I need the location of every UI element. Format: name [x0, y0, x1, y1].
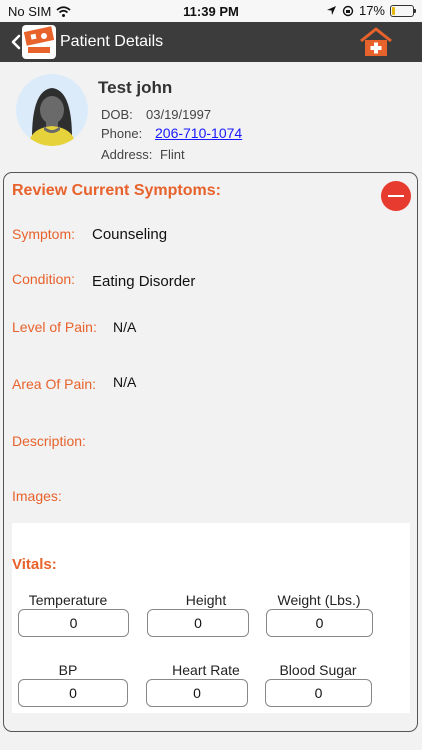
- phone-row: Phone: 206-710-1074: [101, 125, 242, 141]
- minus-icon: [388, 195, 404, 197]
- battery-icon: [390, 4, 416, 17]
- patient-name: Test john: [98, 78, 173, 97]
- app-logo: [22, 25, 56, 59]
- temperature-field[interactable]: 0: [18, 609, 129, 637]
- images-label: Images:: [12, 488, 62, 504]
- condition-label: Condition:: [12, 271, 76, 287]
- vitals-title: Vitals:: [12, 556, 57, 573]
- collapse-button[interactable]: [381, 181, 411, 211]
- battery-fill: [392, 6, 396, 15]
- pain-area-value: N/A: [113, 374, 137, 390]
- address-label: Address:: [101, 147, 153, 162]
- home-button[interactable]: [358, 27, 394, 57]
- symptoms-card: Review Current Symptoms: Symptom: Counse…: [3, 172, 418, 732]
- dob-row: DOB: 03/19/1997: [101, 107, 211, 122]
- chevron-left-icon: [11, 34, 21, 50]
- weight-field[interactable]: 0: [266, 609, 373, 637]
- home-medical-icon: [360, 27, 392, 56]
- address-row: Address: Flint: [101, 147, 185, 162]
- bp-label: BP: [58, 662, 78, 678]
- phone-link[interactable]: 206-710-1074: [155, 125, 242, 141]
- description-label: Description:: [12, 433, 86, 449]
- address-value: Flint: [160, 147, 185, 162]
- pain-level-value: N/A: [113, 319, 137, 335]
- dob-label: DOB:: [101, 107, 133, 122]
- page-title: Patient Details: [60, 33, 164, 50]
- status-right: 17%: [326, 3, 416, 18]
- pain-level-label: Level of Pain:: [12, 319, 97, 335]
- pain-area-label: Area Of Pain:: [12, 376, 97, 392]
- patient-info: Test john DOB: 03/19/1997 Phone: 206-710…: [0, 62, 422, 170]
- status-bar: No SIM 11:39 PM 17%: [0, 0, 422, 22]
- heart-rate-field[interactable]: 0: [146, 679, 248, 707]
- orientation-lock-icon: [342, 5, 354, 16]
- navigation-bar: Patient Details: [0, 22, 422, 62]
- symptom-value: Counseling: [92, 226, 168, 243]
- battery-percent: 17%: [358, 3, 385, 18]
- temperature-label: Temperature: [28, 592, 108, 608]
- height-label: Height: [185, 592, 227, 608]
- avatar: [16, 74, 88, 146]
- dob-value: 03/19/1997: [146, 107, 212, 122]
- condition-value: Eating Disorder: [92, 273, 196, 290]
- blood-sugar-label: Blood Sugar: [279, 662, 357, 678]
- height-field[interactable]: 0: [147, 609, 249, 637]
- heart-rate-label: Heart Rate: [172, 662, 240, 678]
- blood-sugar-field[interactable]: 0: [265, 679, 372, 707]
- symptoms-title: Review Current Symptoms:: [12, 182, 221, 199]
- symptom-label: Symptom:: [12, 226, 76, 242]
- bp-field[interactable]: 0: [18, 679, 128, 707]
- phone-label: Phone:: [101, 126, 143, 141]
- weight-label: Weight (Lbs.): [277, 592, 361, 608]
- location-arrow-icon: [326, 6, 336, 15]
